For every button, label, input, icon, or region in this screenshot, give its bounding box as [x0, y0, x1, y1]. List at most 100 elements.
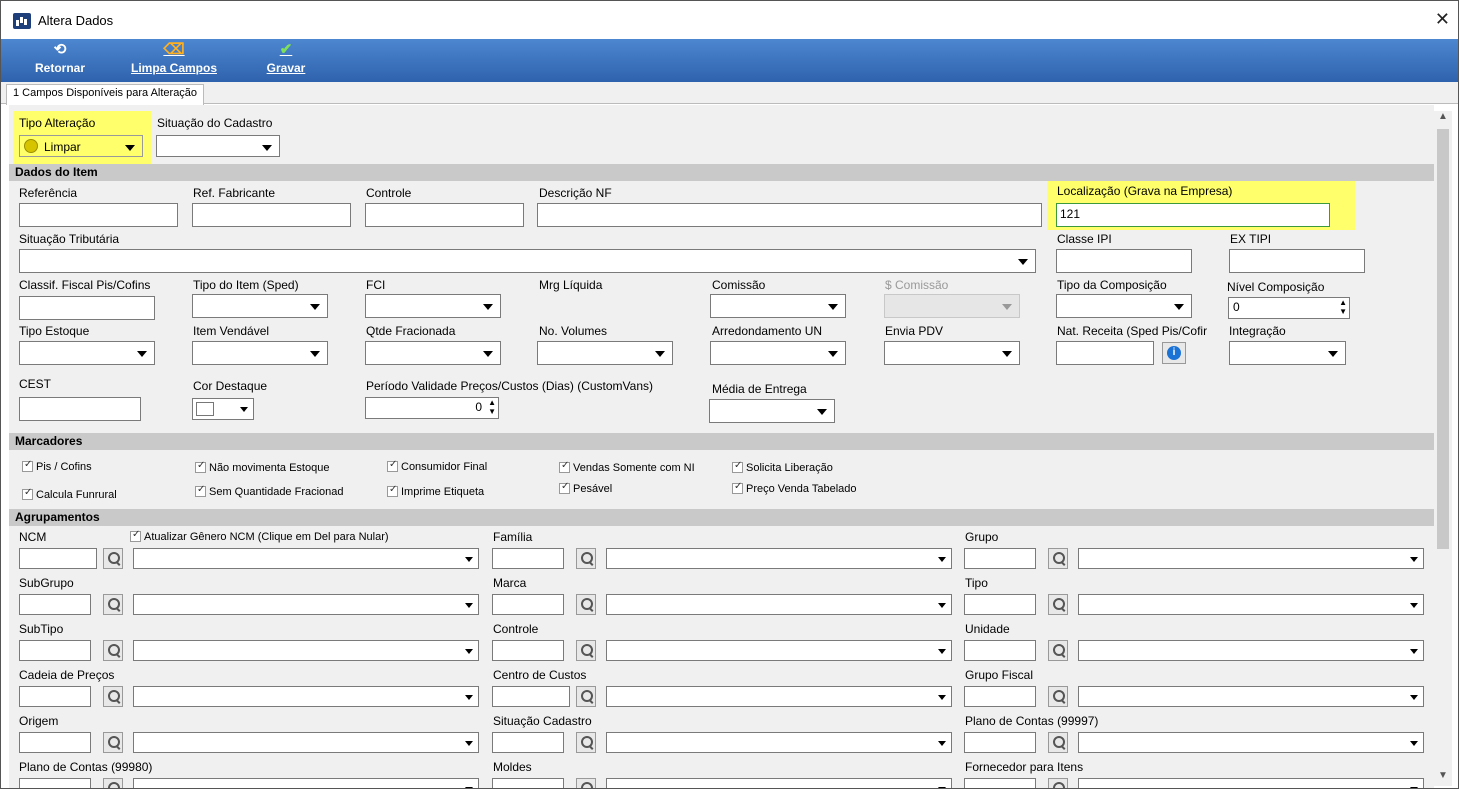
- item-vendavel-select[interactable]: [192, 341, 328, 365]
- familia-select[interactable]: [606, 548, 952, 569]
- pis-cofins-checkbox[interactable]: Pis / Cofins: [22, 459, 92, 473]
- controle-input[interactable]: [365, 203, 524, 227]
- origem-select[interactable]: [133, 732, 479, 753]
- cest-input[interactable]: [19, 397, 141, 421]
- familia-code-input[interactable]: [492, 548, 564, 569]
- moldes-search-icon[interactable]: [576, 778, 596, 788]
- fornecedor-select[interactable]: [1078, 778, 1424, 788]
- retornar-button[interactable]: ⟲ Retornar: [25, 39, 95, 82]
- situacao-cadastro-select[interactable]: [156, 135, 280, 157]
- calcula-funrural-checkbox[interactable]: Calcula Funrural: [22, 487, 117, 501]
- situacao-cadastro-search-icon[interactable]: [576, 732, 596, 753]
- tipo-code-input[interactable]: [964, 594, 1036, 615]
- solicita-liberacao-checkbox[interactable]: Solicita Liberação: [732, 460, 833, 474]
- spinner-arrows-icon[interactable]: ▲ ▼: [1339, 298, 1347, 316]
- grupo-search-icon[interactable]: [1048, 548, 1068, 569]
- grupo-fiscal-search-icon[interactable]: [1048, 686, 1068, 707]
- centro-custos-code-input[interactable]: [492, 686, 570, 707]
- atualizar-genero-checkbox[interactable]: Atualizar Gênero NCM (Clique em Del para…: [130, 529, 389, 543]
- subgrupo-code-input[interactable]: [19, 594, 91, 615]
- ref-fabricante-input[interactable]: [192, 203, 351, 227]
- unidade-code-input[interactable]: [964, 640, 1036, 661]
- controle-code-input[interactable]: [492, 640, 564, 661]
- marca-search-icon[interactable]: [576, 594, 596, 615]
- nivel-composicao-stepper[interactable]: 0 ▲ ▼: [1228, 297, 1350, 319]
- scroll-thumb[interactable]: [1437, 129, 1449, 549]
- subtipo-search-icon[interactable]: [103, 640, 123, 661]
- plano-contas-97-search-icon[interactable]: [1048, 732, 1068, 753]
- qtde-fracionada-select[interactable]: [365, 341, 501, 365]
- situacao-cadastro-agrup-select[interactable]: [606, 732, 952, 753]
- close-button[interactable]: ✕: [1435, 9, 1450, 30]
- localizacao-input[interactable]: 121: [1056, 203, 1330, 227]
- situacao-cadastro-code-input[interactable]: [492, 732, 564, 753]
- fci-select[interactable]: [365, 294, 501, 318]
- scroll-up-icon[interactable]: ▲: [1434, 111, 1452, 127]
- centro-custos-select[interactable]: [606, 686, 952, 707]
- nao-movimenta-checkbox[interactable]: Não movimenta Estoque: [195, 460, 329, 474]
- consumidor-final-checkbox[interactable]: Consumidor Final: [387, 459, 487, 473]
- ex-tipi-input[interactable]: [1229, 249, 1365, 273]
- gravar-button[interactable]: ✔ Gravar: [257, 39, 315, 82]
- tipo-select[interactable]: [1078, 594, 1424, 615]
- fornecedor-code-input[interactable]: [964, 778, 1036, 788]
- tab-campos-disponiveis[interactable]: 1 Campos Disponíveis para Alteração: [6, 84, 205, 105]
- vertical-scrollbar[interactable]: ▲ ▼: [1434, 111, 1452, 786]
- controle-select[interactable]: [606, 640, 952, 661]
- tipo-estoque-select[interactable]: [19, 341, 155, 365]
- unidade-search-icon[interactable]: [1048, 640, 1068, 661]
- info-button[interactable]: i: [1162, 342, 1186, 364]
- subgrupo-select[interactable]: [133, 594, 479, 615]
- moldes-select[interactable]: [606, 778, 952, 788]
- fornecedor-search-icon[interactable]: [1048, 778, 1068, 788]
- unidade-select[interactable]: [1078, 640, 1424, 661]
- sem-quantidade-checkbox[interactable]: Sem Quantidade Fracionad: [195, 484, 344, 498]
- classif-fiscal-input[interactable]: [19, 296, 155, 320]
- plano-contas-97-code-input[interactable]: [964, 732, 1036, 753]
- origem-code-input[interactable]: [19, 732, 91, 753]
- grupo-fiscal-code-input[interactable]: [964, 686, 1036, 707]
- grupo-code-input[interactable]: [964, 548, 1036, 569]
- centro-custos-search-icon[interactable]: [576, 686, 596, 707]
- spinner-arrows-icon[interactable]: ▲ ▼: [488, 398, 496, 416]
- classe-ipi-input[interactable]: [1056, 249, 1192, 273]
- plano-contas-80-code-input[interactable]: [19, 778, 91, 788]
- tipo-item-select[interactable]: [192, 294, 328, 318]
- ncm-select[interactable]: [133, 548, 479, 569]
- controle-search-icon[interactable]: [576, 640, 596, 661]
- nat-receita-input[interactable]: [1056, 341, 1154, 365]
- comissao-select[interactable]: [710, 294, 846, 318]
- marca-select[interactable]: [606, 594, 952, 615]
- origem-search-icon[interactable]: [103, 732, 123, 753]
- situacao-tributaria-select[interactable]: [19, 249, 1036, 273]
- ncm-code-input[interactable]: [19, 548, 97, 569]
- plano-contas-80-select[interactable]: [133, 778, 479, 788]
- arredondamento-select[interactable]: [710, 341, 846, 365]
- limpa-campos-button[interactable]: ⌫ Limpa Campos: [123, 39, 225, 82]
- tipo-alteracao-select[interactable]: Limpar: [19, 135, 143, 157]
- subgrupo-search-icon[interactable]: [103, 594, 123, 615]
- media-entrega-select[interactable]: [709, 399, 835, 423]
- tipo-composicao-select[interactable]: [1056, 294, 1192, 318]
- subtipo-code-input[interactable]: [19, 640, 91, 661]
- ncm-search-icon[interactable]: [103, 548, 123, 569]
- cor-destaque-picker[interactable]: [192, 398, 254, 420]
- periodo-validade-stepper[interactable]: 0 ▲ ▼: [365, 397, 499, 419]
- familia-search-icon[interactable]: [576, 548, 596, 569]
- scroll-down-icon[interactable]: ▼: [1434, 770, 1452, 786]
- moldes-code-input[interactable]: [492, 778, 564, 788]
- envia-pdv-select[interactable]: [884, 341, 1020, 365]
- cadeia-search-icon[interactable]: [103, 686, 123, 707]
- grupo-fiscal-select[interactable]: [1078, 686, 1424, 707]
- subtipo-select[interactable]: [133, 640, 479, 661]
- preco-venda-checkbox[interactable]: Preço Venda Tabelado: [732, 481, 857, 495]
- imprime-etiqueta-checkbox[interactable]: Imprime Etiqueta: [387, 484, 484, 498]
- grupo-select[interactable]: [1078, 548, 1424, 569]
- plano-contas-97-select[interactable]: [1078, 732, 1424, 753]
- referencia-input[interactable]: [19, 203, 178, 227]
- cadeia-code-input[interactable]: [19, 686, 91, 707]
- pesavel-checkbox[interactable]: Pesável: [559, 481, 612, 495]
- marca-code-input[interactable]: [492, 594, 564, 615]
- vendas-somente-checkbox[interactable]: Vendas Somente com NI: [559, 460, 695, 474]
- integracao-select[interactable]: [1229, 341, 1346, 365]
